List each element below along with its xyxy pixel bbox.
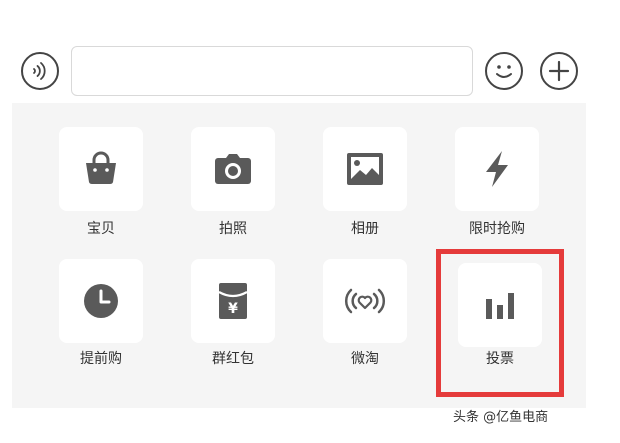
highlight-box [436,249,564,397]
image-icon [347,153,383,185]
panel-item-album[interactable] [323,127,407,211]
emoji-button[interactable] [485,52,523,90]
panel-item-label: 限时抢购 [469,221,525,237]
voice-icon [33,62,46,80]
clock-icon [84,284,118,318]
broadcast-heart-icon [344,288,386,314]
panel-item-label: 宝贝 [87,221,115,237]
voice-button[interactable] [21,52,59,90]
panel-item-group-red-envelope[interactable]: ¥ [191,259,275,343]
svg-text:¥: ¥ [228,301,238,317]
panel-item-label: 相册 [351,221,379,237]
panel-item-flash-sale[interactable] [455,127,539,211]
more-button[interactable] [540,52,578,90]
lightning-icon [486,151,508,187]
panel-item-label: 拍照 [219,221,247,237]
panel-item-baby[interactable] [59,127,143,211]
panel-item-label: 提前购 [80,351,122,367]
watermark: 头条 @亿鱼电商 [453,410,549,425]
panel-item-weitao[interactable] [323,259,407,343]
panel-item-label: 微淘 [351,351,379,367]
panel-item-camera[interactable] [191,127,275,211]
red-envelope-icon: ¥ [218,283,248,319]
plus-icon [548,60,570,82]
camera-icon [215,154,251,184]
panel-item-label: 群红包 [212,351,254,367]
input-bar [0,30,620,110]
message-input[interactable] [71,46,473,96]
shopping-bag-icon [86,151,116,184]
panel-item-pre-order[interactable] [59,259,143,343]
smiley-icon [496,65,512,78]
